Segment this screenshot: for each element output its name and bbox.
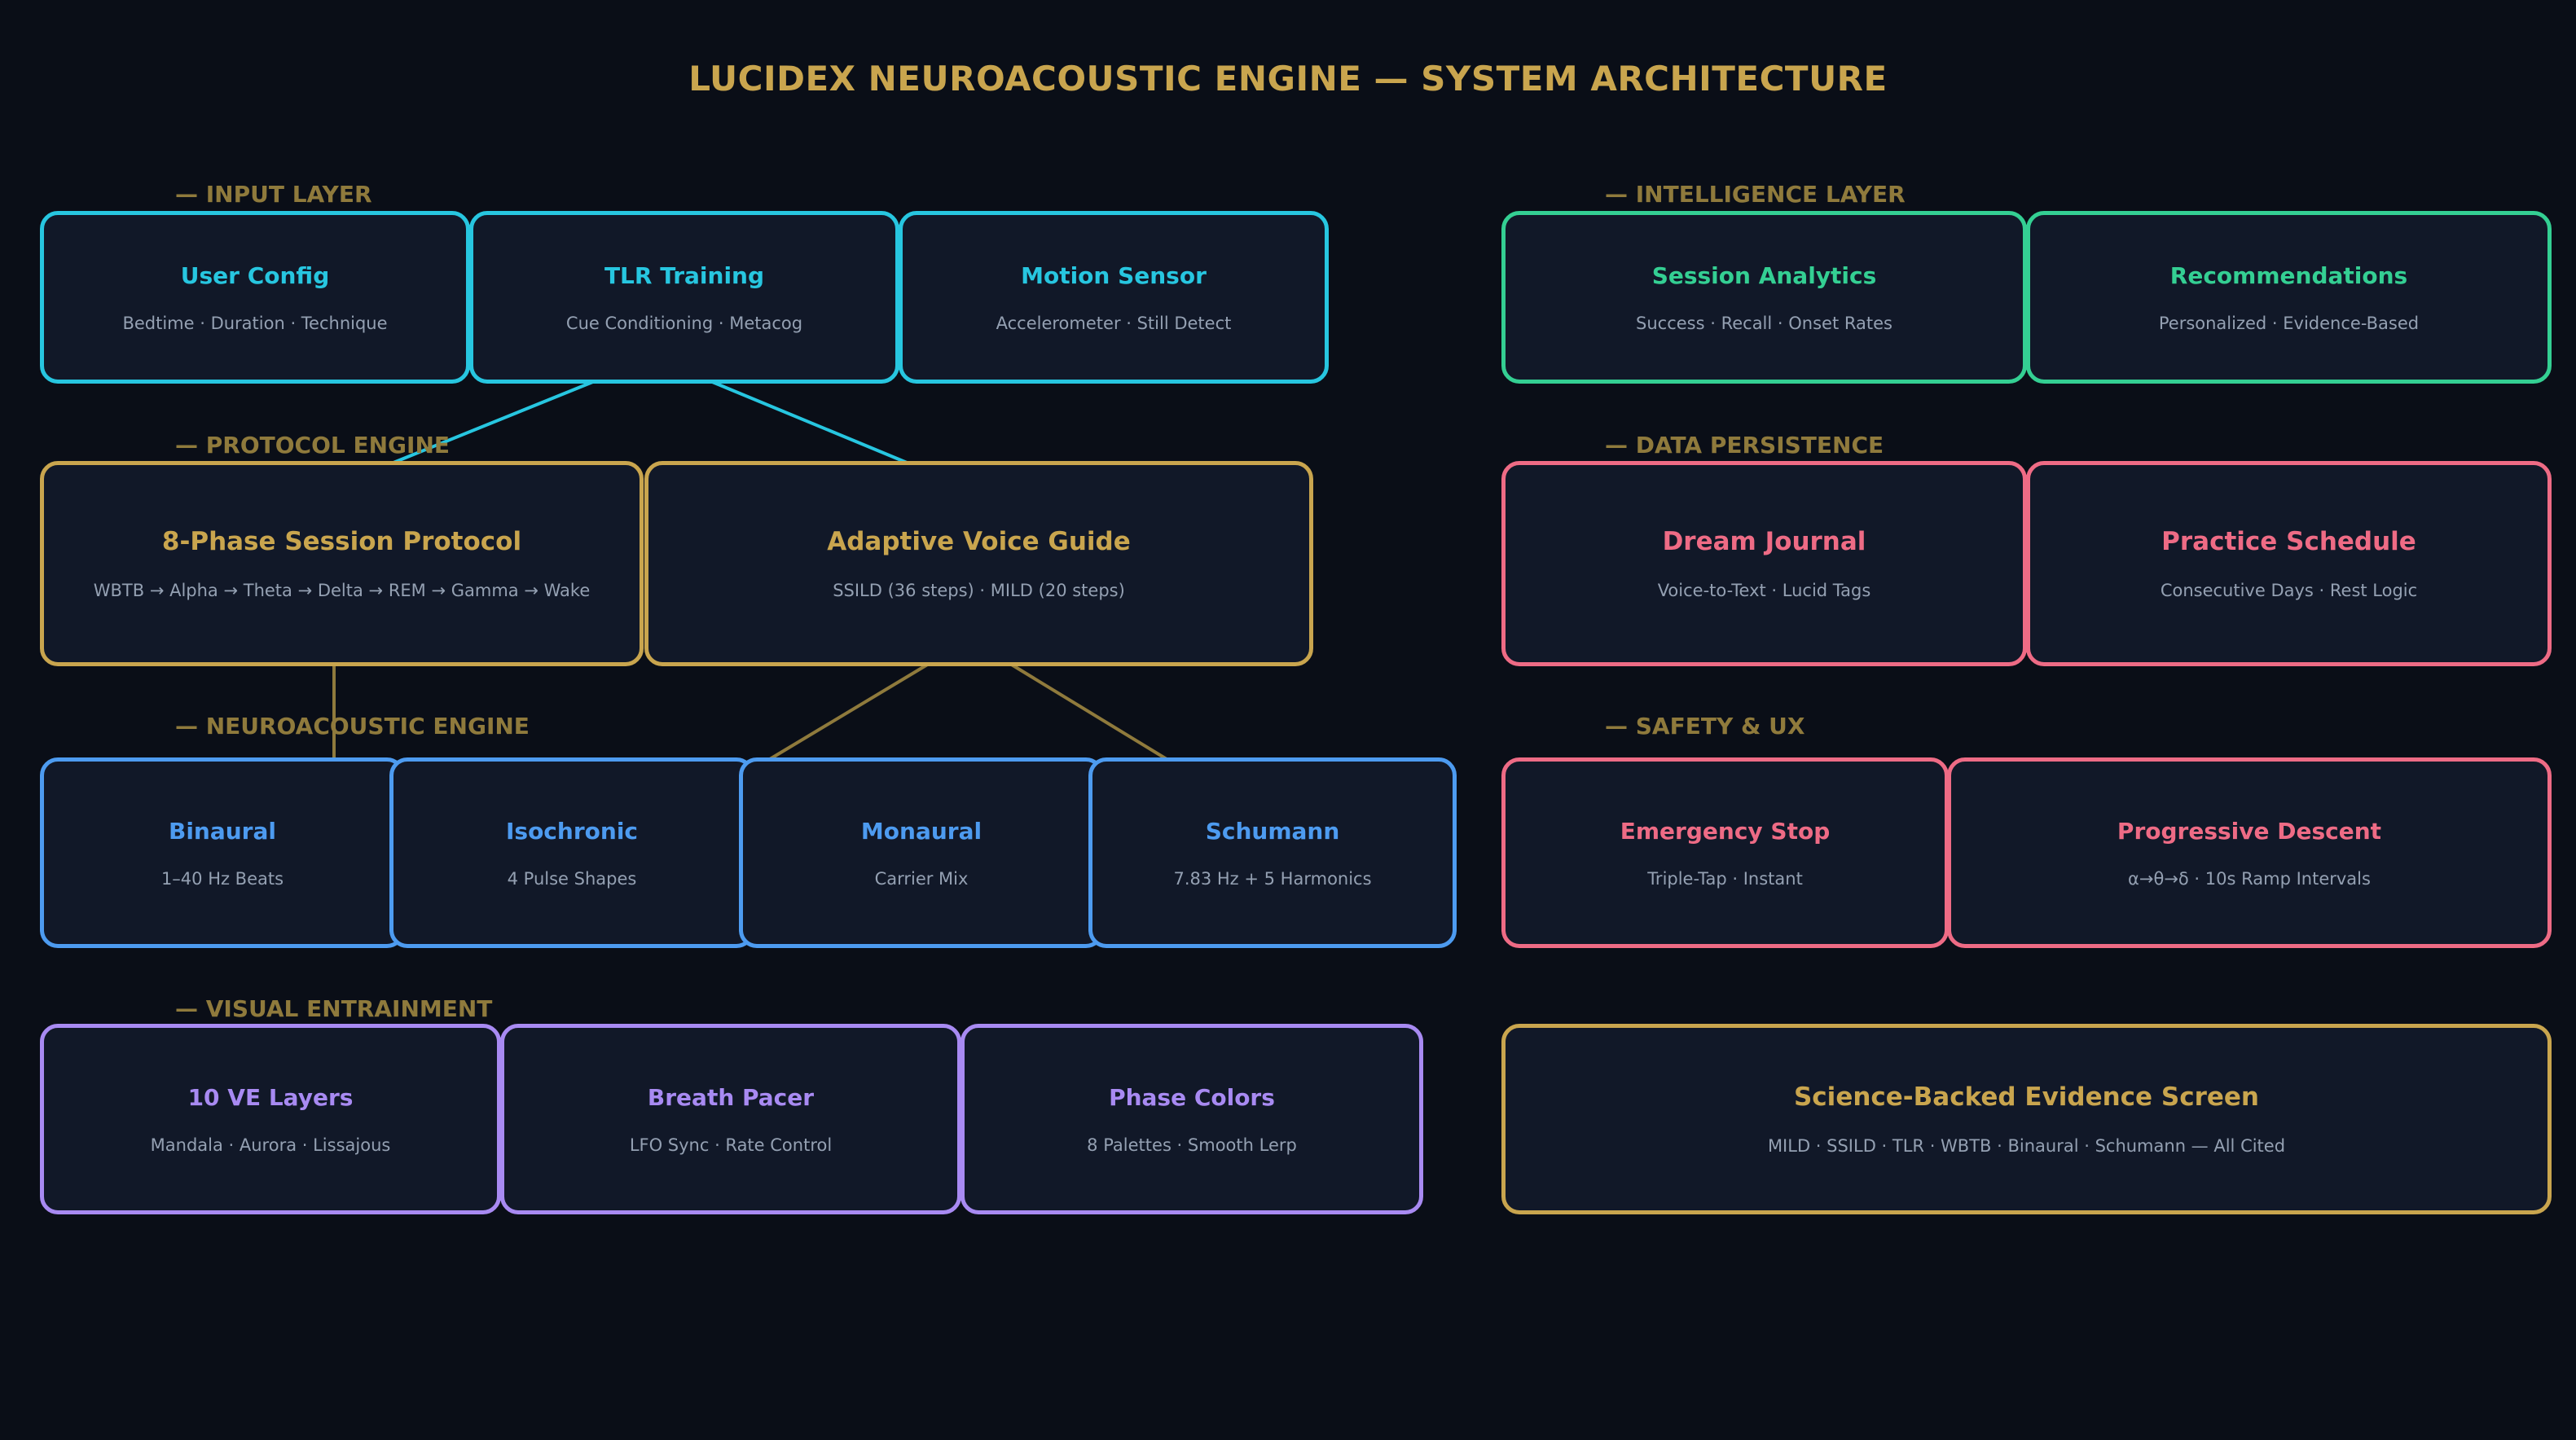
node-subtitle: Bedtime · Duration · Technique (122, 313, 388, 333)
node-voice-guide: Adaptive Voice Guide SSILD (36 steps) · … (644, 461, 1313, 666)
node-binaural: Binaural 1–40 Hz Beats (40, 757, 405, 948)
node-subtitle: WBTB → Alpha → Theta → Delta → REM → Gam… (93, 581, 591, 600)
node-subtitle: 7.83 Hz + 5 Harmonics (1173, 868, 1372, 889)
node-subtitle: Triple-Tap · Instant (1647, 868, 1803, 889)
node-title: Practice Schedule (2161, 527, 2416, 556)
section-label-intelligence: — INTELLIGENCE LAYER (1605, 181, 1906, 208)
node-phase-colors: Phase Colors 8 Palettes · Smooth Lerp (961, 1024, 1423, 1214)
node-title: TLR Training (604, 261, 765, 289)
node-monaural: Monaural Carrier Mix (739, 757, 1104, 948)
node-title: Schumann (1205, 817, 1340, 845)
node-recommendations: Recommendations Personalized · Evidence-… (2026, 211, 2552, 384)
connector-voice-guide-to-monaural (768, 662, 930, 761)
node-subtitle: Cue Conditioning · Metacog (565, 313, 803, 333)
node-subtitle: Voice-to-Text · Lucid Tags (1657, 581, 1871, 600)
node-breath-pacer: Breath Pacer LFO Sync · Rate Control (500, 1024, 961, 1214)
node-subtitle: Mandala · Aurora · Lissajous (150, 1135, 391, 1155)
node-isochronic: Isochronic 4 Pulse Shapes (389, 757, 754, 948)
node-schumann: Schumann 7.83 Hz + 5 Harmonics (1088, 757, 1457, 948)
node-subtitle: Personalized · Evidence-Based (2158, 313, 2420, 333)
node-title: Recommendations (2169, 261, 2408, 289)
connector-voice-guide-to-schumann (1009, 662, 1168, 761)
diagram-title: LUCIDEX NEUROACOUSTIC ENGINE — SYSTEM AR… (688, 59, 1888, 99)
node-title: User Config (180, 261, 330, 289)
node-progressive-descent: Progressive Descent α→θ→δ · 10s Ramp Int… (1947, 757, 2552, 948)
node-emergency-stop: Emergency Stop Triple-Tap · Instant (1501, 757, 1949, 948)
node-motion-sensor: Motion Sensor Accelerometer · Still Dete… (899, 211, 1329, 384)
node-session-protocol: 8-Phase Session Protocol WBTB → Alpha → … (40, 461, 644, 666)
node-title: Isochronic (505, 817, 639, 845)
node-title: Breath Pacer (647, 1083, 815, 1111)
node-user-config: User Config Bedtime · Duration · Techniq… (40, 211, 470, 384)
node-subtitle: MILD · SSILD · TLR · WBTB · Binaural · S… (1767, 1136, 2286, 1156)
connector-tlr-to-voice-guide (710, 380, 912, 466)
node-title: Phase Colors (1109, 1083, 1275, 1111)
node-title: 10 VE Layers (187, 1083, 354, 1111)
node-title: Binaural (168, 817, 276, 845)
node-subtitle: Accelerometer · Still Detect (996, 313, 1232, 333)
node-ve-layers: 10 VE Layers Mandala · Aurora · Lissajou… (40, 1024, 501, 1214)
node-subtitle: Carrier Mix (874, 868, 969, 889)
section-label-safety: — SAFETY & UX (1605, 713, 1805, 740)
node-subtitle: SSILD (36 steps) · MILD (20 steps) (833, 581, 1125, 600)
node-title: Adaptive Voice Guide (827, 527, 1131, 556)
node-subtitle: α→θ→δ · 10s Ramp Intervals (2128, 868, 2371, 889)
node-subtitle: 8 Palettes · Smooth Lerp (1087, 1135, 1297, 1155)
node-title: Science-Backed Evidence Screen (1793, 1082, 2259, 1112)
section-label-persistence: — DATA PERSISTENCE (1605, 432, 1884, 459)
node-title: Motion Sensor (1021, 261, 1207, 289)
node-dream-journal: Dream Journal Voice-to-Text · Lucid Tags (1501, 461, 2027, 666)
node-subtitle: Consecutive Days · Rest Logic (2160, 581, 2418, 600)
node-tlr-training: TLR Training Cue Conditioning · Metacog (469, 211, 899, 384)
node-subtitle: 4 Pulse Shapes (507, 868, 637, 889)
node-practice-schedule: Practice Schedule Consecutive Days · Res… (2026, 461, 2552, 666)
node-title: Session Analytics (1651, 261, 1877, 289)
node-session-analytics: Session Analytics Success · Recall · Ons… (1501, 211, 2027, 384)
section-label-input: — INPUT LAYER (175, 181, 372, 208)
section-label-protocol: — PROTOCOL ENGINE (175, 432, 450, 459)
node-subtitle: LFO Sync · Rate Control (629, 1135, 833, 1155)
node-evidence-screen: Science-Backed Evidence Screen MILD · SS… (1501, 1024, 2552, 1214)
node-subtitle: Success · Recall · Onset Rates (1636, 313, 1892, 333)
section-label-visual: — VISUAL ENTRAINMENT (175, 995, 493, 1022)
node-title: Emergency Stop (1620, 817, 1831, 845)
architecture-diagram: LUCIDEX NEUROACOUSTIC ENGINE — SYSTEM AR… (0, 0, 2576, 1440)
node-subtitle: 1–40 Hz Beats (160, 868, 284, 889)
section-label-neuroacoustic: — NEUROACOUSTIC ENGINE (175, 713, 530, 740)
node-title: Dream Journal (1662, 527, 1866, 556)
node-title: Progressive Descent (2117, 817, 2382, 845)
node-title: 8-Phase Session Protocol (161, 527, 522, 556)
node-title: Monaural (860, 817, 982, 845)
